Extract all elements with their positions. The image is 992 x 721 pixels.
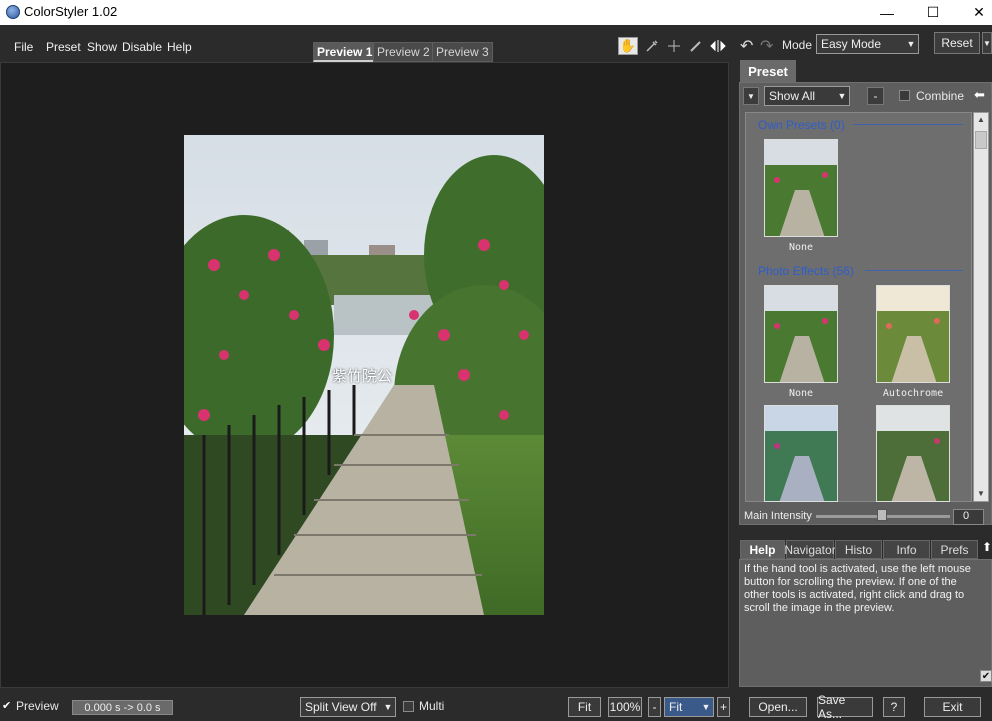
main-intensity-value[interactable]: 0: [953, 509, 984, 525]
remove-preset-button[interactable]: -: [867, 87, 884, 105]
preset-thumbnail[interactable]: [764, 139, 838, 237]
category-divider: [853, 124, 963, 125]
hand-tool-icon[interactable]: ✋: [618, 37, 638, 55]
window-title: ColorStyler 1.02: [24, 4, 118, 19]
menu-show[interactable]: Show: [87, 40, 117, 54]
reset-button[interactable]: Reset: [934, 32, 980, 54]
split-view-value: Split View Off: [305, 700, 377, 714]
zoom-value[interactable]: 100%: [608, 697, 642, 717]
category-photo-effects[interactable]: Photo Effects (56): [758, 264, 854, 278]
preset-filter-select[interactable]: Show All ▼: [764, 86, 850, 106]
menu-preset[interactable]: Preset: [46, 40, 81, 54]
minimize-button[interactable]: —: [864, 0, 910, 25]
collapse-panel-icon[interactable]: ⬅: [974, 87, 985, 103]
menu-file[interactable]: File: [14, 40, 33, 54]
tab-preset[interactable]: Preset: [740, 60, 796, 82]
preset-thumbnail[interactable]: [764, 405, 838, 502]
scrollbar-thumb[interactable]: [975, 131, 987, 149]
zoom-out-button[interactable]: -: [648, 697, 661, 717]
crosshair-tool-icon[interactable]: [664, 37, 684, 55]
tab-preview-2[interactable]: Preview 2: [373, 42, 434, 62]
photo-watermark-text: 紫竹院公: [332, 368, 393, 385]
maximize-button[interactable]: ☐: [910, 0, 956, 25]
chevron-down-icon: ▼: [837, 91, 847, 101]
reset-menu-icon[interactable]: ▼: [982, 32, 992, 54]
preset-scrollbar[interactable]: ▲ ▼: [973, 112, 989, 502]
preset-label: None: [788, 242, 814, 253]
fit-button[interactable]: Fit: [568, 697, 601, 717]
category-divider: [865, 270, 963, 271]
tab-help[interactable]: Help: [740, 540, 785, 559]
scroll-down-icon[interactable]: ▼: [977, 489, 985, 498]
combine-label: Combine: [916, 89, 965, 103]
preview-checkbox[interactable]: ✔: [2, 699, 11, 712]
multi-checkbox[interactable]: [403, 701, 414, 712]
split-compare-icon[interactable]: [708, 37, 728, 55]
help-button[interactable]: ?: [883, 697, 905, 717]
mode-select[interactable]: Easy Mode ▼: [816, 34, 919, 54]
tab-histo[interactable]: Histo: [835, 540, 882, 559]
preset-thumbnail[interactable]: [764, 285, 838, 383]
category-own-presets[interactable]: Own Presets (0): [758, 118, 845, 132]
preset-menu-icon[interactable]: ▼: [743, 87, 759, 105]
help-checkbox[interactable]: ✔: [980, 670, 992, 682]
chevron-down-icon: ▼: [906, 39, 916, 49]
chevron-down-icon: ▼: [701, 702, 711, 712]
exit-button[interactable]: Exit: [924, 697, 981, 717]
mode-label: Mode: [782, 38, 813, 52]
redo-icon[interactable]: ↷: [760, 36, 773, 56]
preset-label: None: [788, 388, 814, 399]
timing-readout: 0.000 s -> 0.0 s: [72, 700, 173, 715]
eyedropper-tool-icon[interactable]: [642, 37, 662, 55]
zoom-select-value: Fit: [669, 700, 683, 714]
tab-prefs[interactable]: Prefs: [931, 540, 978, 559]
zoom-in-button[interactable]: +: [717, 697, 730, 717]
preview-label: Preview: [16, 699, 59, 713]
menu-help[interactable]: Help: [167, 40, 192, 54]
close-button[interactable]: ✕: [956, 0, 992, 25]
open-button[interactable]: Open...: [749, 697, 807, 717]
preset-thumbnail[interactable]: [876, 285, 950, 383]
menu-disable[interactable]: Disable: [122, 40, 162, 54]
title-bar: ColorStyler 1.02 — ☐ ✕: [0, 0, 992, 25]
brush-tool-icon[interactable]: [686, 37, 706, 55]
preset-thumbnail[interactable]: [876, 405, 950, 502]
preset-label: Autochrome: [882, 388, 944, 399]
save-as-button[interactable]: Save As...: [817, 693, 873, 721]
undo-icon[interactable]: ↶: [740, 36, 753, 56]
zoom-select[interactable]: Fit ▼: [664, 697, 714, 717]
tab-info[interactable]: Info: [883, 540, 930, 559]
expand-panel-icon[interactable]: ⬆: [982, 540, 992, 554]
combine-checkbox[interactable]: [899, 90, 910, 101]
preset-filter-value: Show All: [769, 89, 816, 103]
tab-preview-3[interactable]: Preview 3: [432, 42, 493, 62]
split-view-select[interactable]: Split View Off ▼: [300, 697, 396, 717]
help-text: If the hand tool is activated, use the l…: [744, 563, 971, 614]
tab-navigator[interactable]: Navigator: [784, 540, 836, 559]
chevron-down-icon: ▼: [383, 702, 393, 712]
main-intensity-label: Main Intensity: [744, 510, 812, 522]
scroll-up-icon[interactable]: ▲: [977, 115, 985, 124]
multi-label: Multi: [419, 699, 445, 713]
app-icon: [6, 5, 20, 19]
mode-select-value: Easy Mode: [821, 37, 882, 51]
main-intensity-slider-thumb[interactable]: [877, 509, 887, 521]
tab-preview-1[interactable]: Preview 1: [313, 42, 377, 62]
